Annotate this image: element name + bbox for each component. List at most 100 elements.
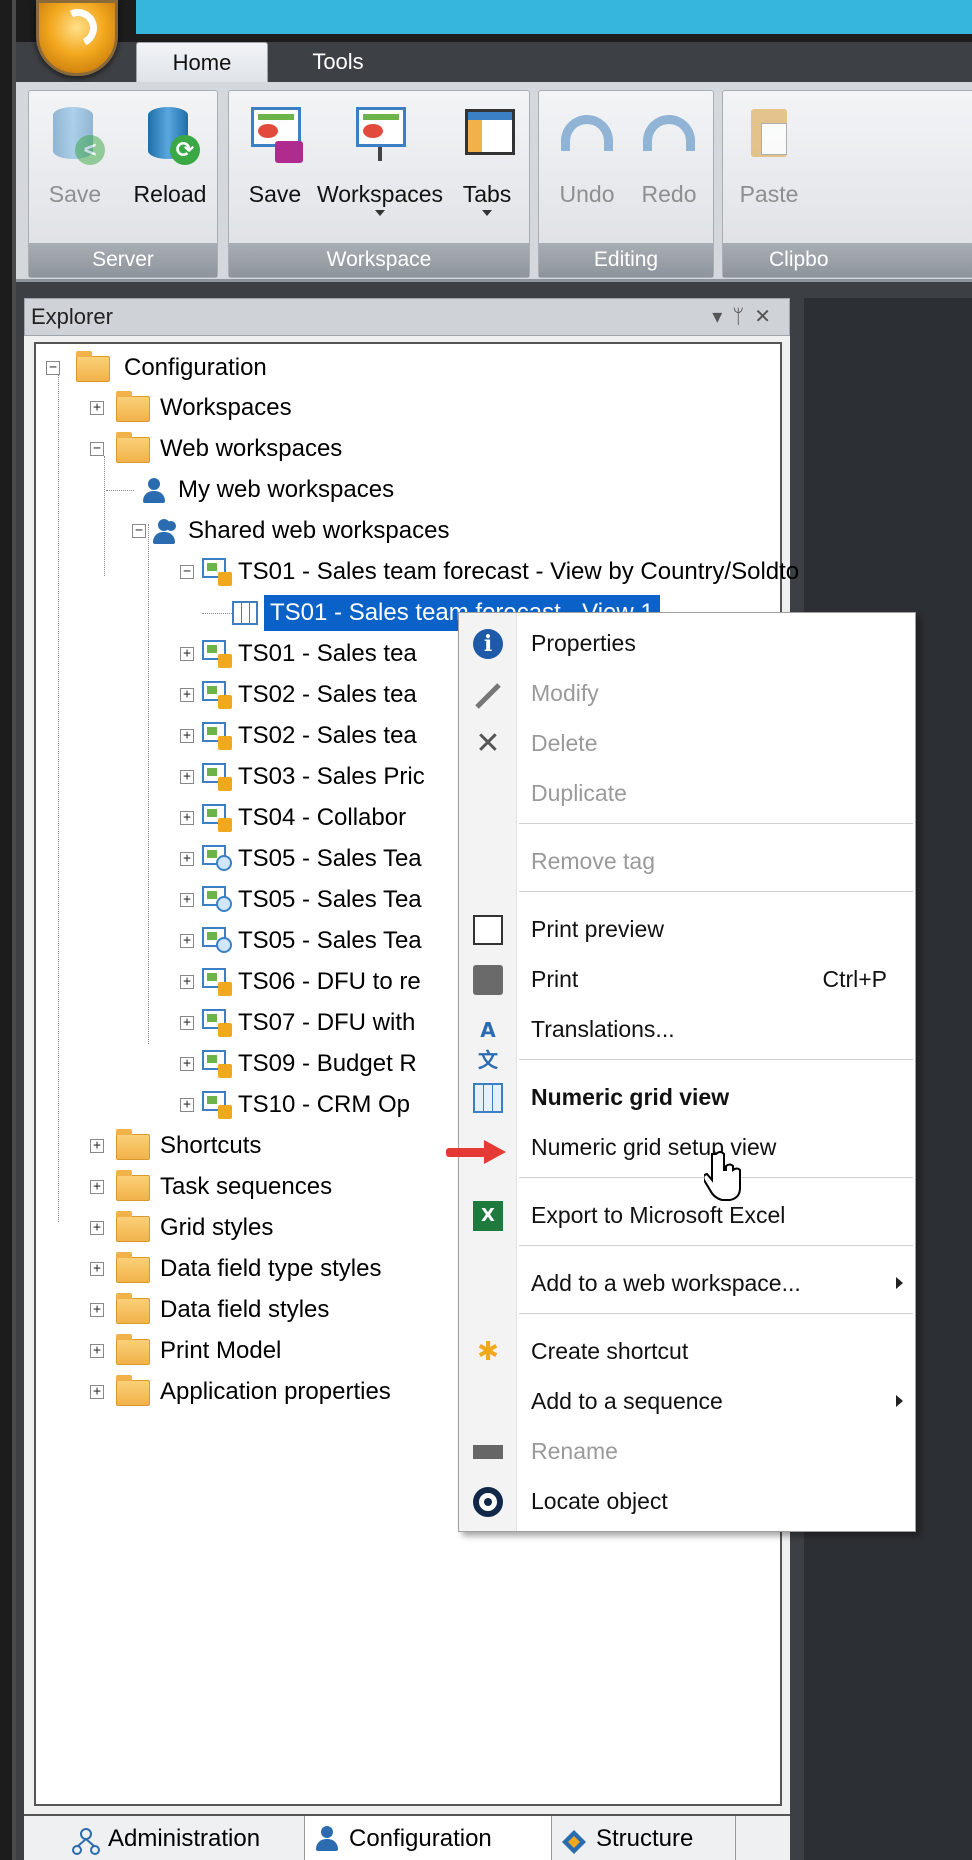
grid-icon <box>473 1083 503 1113</box>
expand-icon[interactable]: + <box>90 1221 104 1235</box>
collapse-icon[interactable]: − <box>46 361 60 375</box>
menu-item-rename[interactable]: Rename <box>459 1427 915 1475</box>
application-menu-button[interactable] <box>36 0 118 76</box>
expand-icon[interactable]: + <box>90 401 104 415</box>
explorer-header-buttons[interactable]: ▾ᛘ✕ <box>712 299 781 335</box>
menu-item-export-excel[interactable]: X Export to Microsoft Excel <box>459 1191 915 1239</box>
close-icon[interactable]: ✕ <box>754 306 781 328</box>
tree-node-label: TS05 - Sales Tea <box>238 886 422 913</box>
rename-icon <box>473 1445 503 1459</box>
window-left-border <box>0 0 16 1860</box>
tab-administration[interactable]: Administration <box>64 1816 324 1860</box>
users-icon <box>150 519 176 545</box>
workspaces-label: Workspaces <box>316 181 444 207</box>
collapse-icon[interactable]: − <box>180 565 194 579</box>
reload-button[interactable]: ⟳ Reload <box>125 101 215 221</box>
user-icon <box>313 1826 341 1854</box>
tree-node-label: TS01 - Sales tea <box>238 640 417 667</box>
expand-icon[interactable]: + <box>90 1385 104 1399</box>
folder-icon <box>116 1129 150 1160</box>
grid-view-icon <box>232 601 258 625</box>
expand-icon[interactable]: + <box>180 975 194 989</box>
undo-button[interactable]: Undo <box>547 101 627 221</box>
menu-item-duplicate[interactable]: Duplicate <box>459 769 915 817</box>
tree-node-label: My web workspaces <box>178 476 395 503</box>
expand-icon[interactable]: + <box>180 770 194 784</box>
menu-item-properties[interactable]: i Properties <box>459 619 915 667</box>
tab-configuration-label: Configuration <box>349 1825 492 1852</box>
menu-item-label: Create shortcut <box>531 1338 689 1364</box>
public-workspace-icon <box>200 884 232 916</box>
folder-icon <box>116 1211 150 1242</box>
menu-item-numeric-grid-setup-view[interactable]: Numeric grid setup view <box>459 1123 915 1171</box>
hand-cursor-icon <box>702 1150 744 1202</box>
ribbon-group-label-server: Server <box>29 243 217 277</box>
pane-menu-icon[interactable]: ▾ <box>712 306 732 328</box>
tabs-icon <box>455 101 519 165</box>
paste-button[interactable]: Paste <box>729 101 809 221</box>
tab-configuration[interactable]: Configuration <box>304 1816 552 1860</box>
administration-icon <box>72 1826 100 1855</box>
locked-workspace-icon <box>200 1048 232 1080</box>
expand-icon[interactable]: + <box>90 1344 104 1358</box>
folder-icon <box>116 1293 150 1324</box>
menu-item-label: Print <box>531 966 579 992</box>
tree-node-label: TS03 - Sales Pric <box>238 763 425 790</box>
expand-icon[interactable]: + <box>180 811 194 825</box>
menu-item-modify[interactable]: Modify <box>459 669 915 717</box>
expand-icon[interactable]: + <box>180 647 194 661</box>
menu-item-print-preview[interactable]: Print preview <box>459 905 915 953</box>
undo-label: Undo <box>559 181 615 207</box>
menu-item-locate-object[interactable]: Locate object <box>459 1477 915 1525</box>
annotation-arrow-icon <box>446 1140 514 1164</box>
workspaces-dropdown-button[interactable]: Workspaces <box>315 101 445 221</box>
print-preview-icon <box>473 915 503 945</box>
ribbon-tab-tools[interactable]: Tools <box>278 42 398 82</box>
collapse-icon[interactable]: − <box>132 524 146 538</box>
tab-structure[interactable]: Structure <box>552 1816 736 1860</box>
expand-icon[interactable]: + <box>180 729 194 743</box>
expand-icon[interactable]: + <box>180 852 194 866</box>
expand-icon[interactable]: + <box>180 893 194 907</box>
tabs-dropdown-button[interactable]: Tabs <box>449 101 525 221</box>
tree-node-label: TS04 - Collabor <box>238 804 407 831</box>
menu-item-add-web-workspace[interactable]: Add to a web workspace... <box>459 1259 915 1307</box>
expand-icon[interactable]: + <box>180 688 194 702</box>
redo-label: Redo <box>641 181 697 207</box>
folder-icon <box>116 1170 150 1201</box>
server-save-button[interactable]: < Save <box>37 101 113 221</box>
menu-item-delete[interactable]: ✕ Delete <box>459 719 915 767</box>
expand-icon[interactable]: + <box>180 1057 194 1071</box>
expand-icon[interactable]: + <box>90 1139 104 1153</box>
menu-item-numeric-grid-view[interactable]: Numeric grid view <box>459 1073 915 1121</box>
shortcut-icon: ✱ <box>477 1337 499 1367</box>
delete-x-icon: ✕ <box>475 726 501 761</box>
expand-icon[interactable]: + <box>180 934 194 948</box>
tree-node-label: TS09 - Budget R <box>238 1050 417 1077</box>
menu-item-translations[interactable]: A文 Translations... <box>459 1005 915 1072</box>
menu-item-add-sequence[interactable]: Add to a sequence <box>459 1377 915 1425</box>
expand-icon[interactable]: + <box>90 1180 104 1194</box>
locate-target-icon <box>473 1487 503 1517</box>
menu-item-print[interactable]: Print Ctrl+P <box>459 955 915 1003</box>
collapse-icon[interactable]: − <box>90 442 104 456</box>
submenu-arrow-icon <box>896 1277 903 1289</box>
tree-node-label: Data field type styles <box>160 1255 382 1282</box>
locked-workspace-icon <box>200 1089 232 1121</box>
folder-icon <box>116 391 150 422</box>
tree-node-label: TS05 - Sales Tea <box>238 845 422 872</box>
expand-icon[interactable]: + <box>90 1262 104 1276</box>
workspace-save-button[interactable]: Save <box>239 101 311 221</box>
tree-node-label: Configuration <box>124 354 267 381</box>
expand-icon[interactable]: + <box>180 1016 194 1030</box>
redo-button[interactable]: Redo <box>629 101 709 221</box>
ribbon-group-clipboard: Paste Clipbo <box>722 90 972 278</box>
pin-icon[interactable]: ᛘ <box>732 306 754 328</box>
ribbon-tab-home[interactable]: Home <box>136 42 268 82</box>
title-bar <box>16 0 972 42</box>
menu-item-create-shortcut[interactable]: ✱ Create shortcut <box>459 1327 915 1375</box>
ribbon-group-editing: Undo Redo Editing <box>538 90 714 278</box>
expand-icon[interactable]: + <box>90 1303 104 1317</box>
menu-item-remove-tag[interactable]: Remove tag <box>459 837 915 885</box>
expand-icon[interactable]: + <box>180 1098 194 1112</box>
